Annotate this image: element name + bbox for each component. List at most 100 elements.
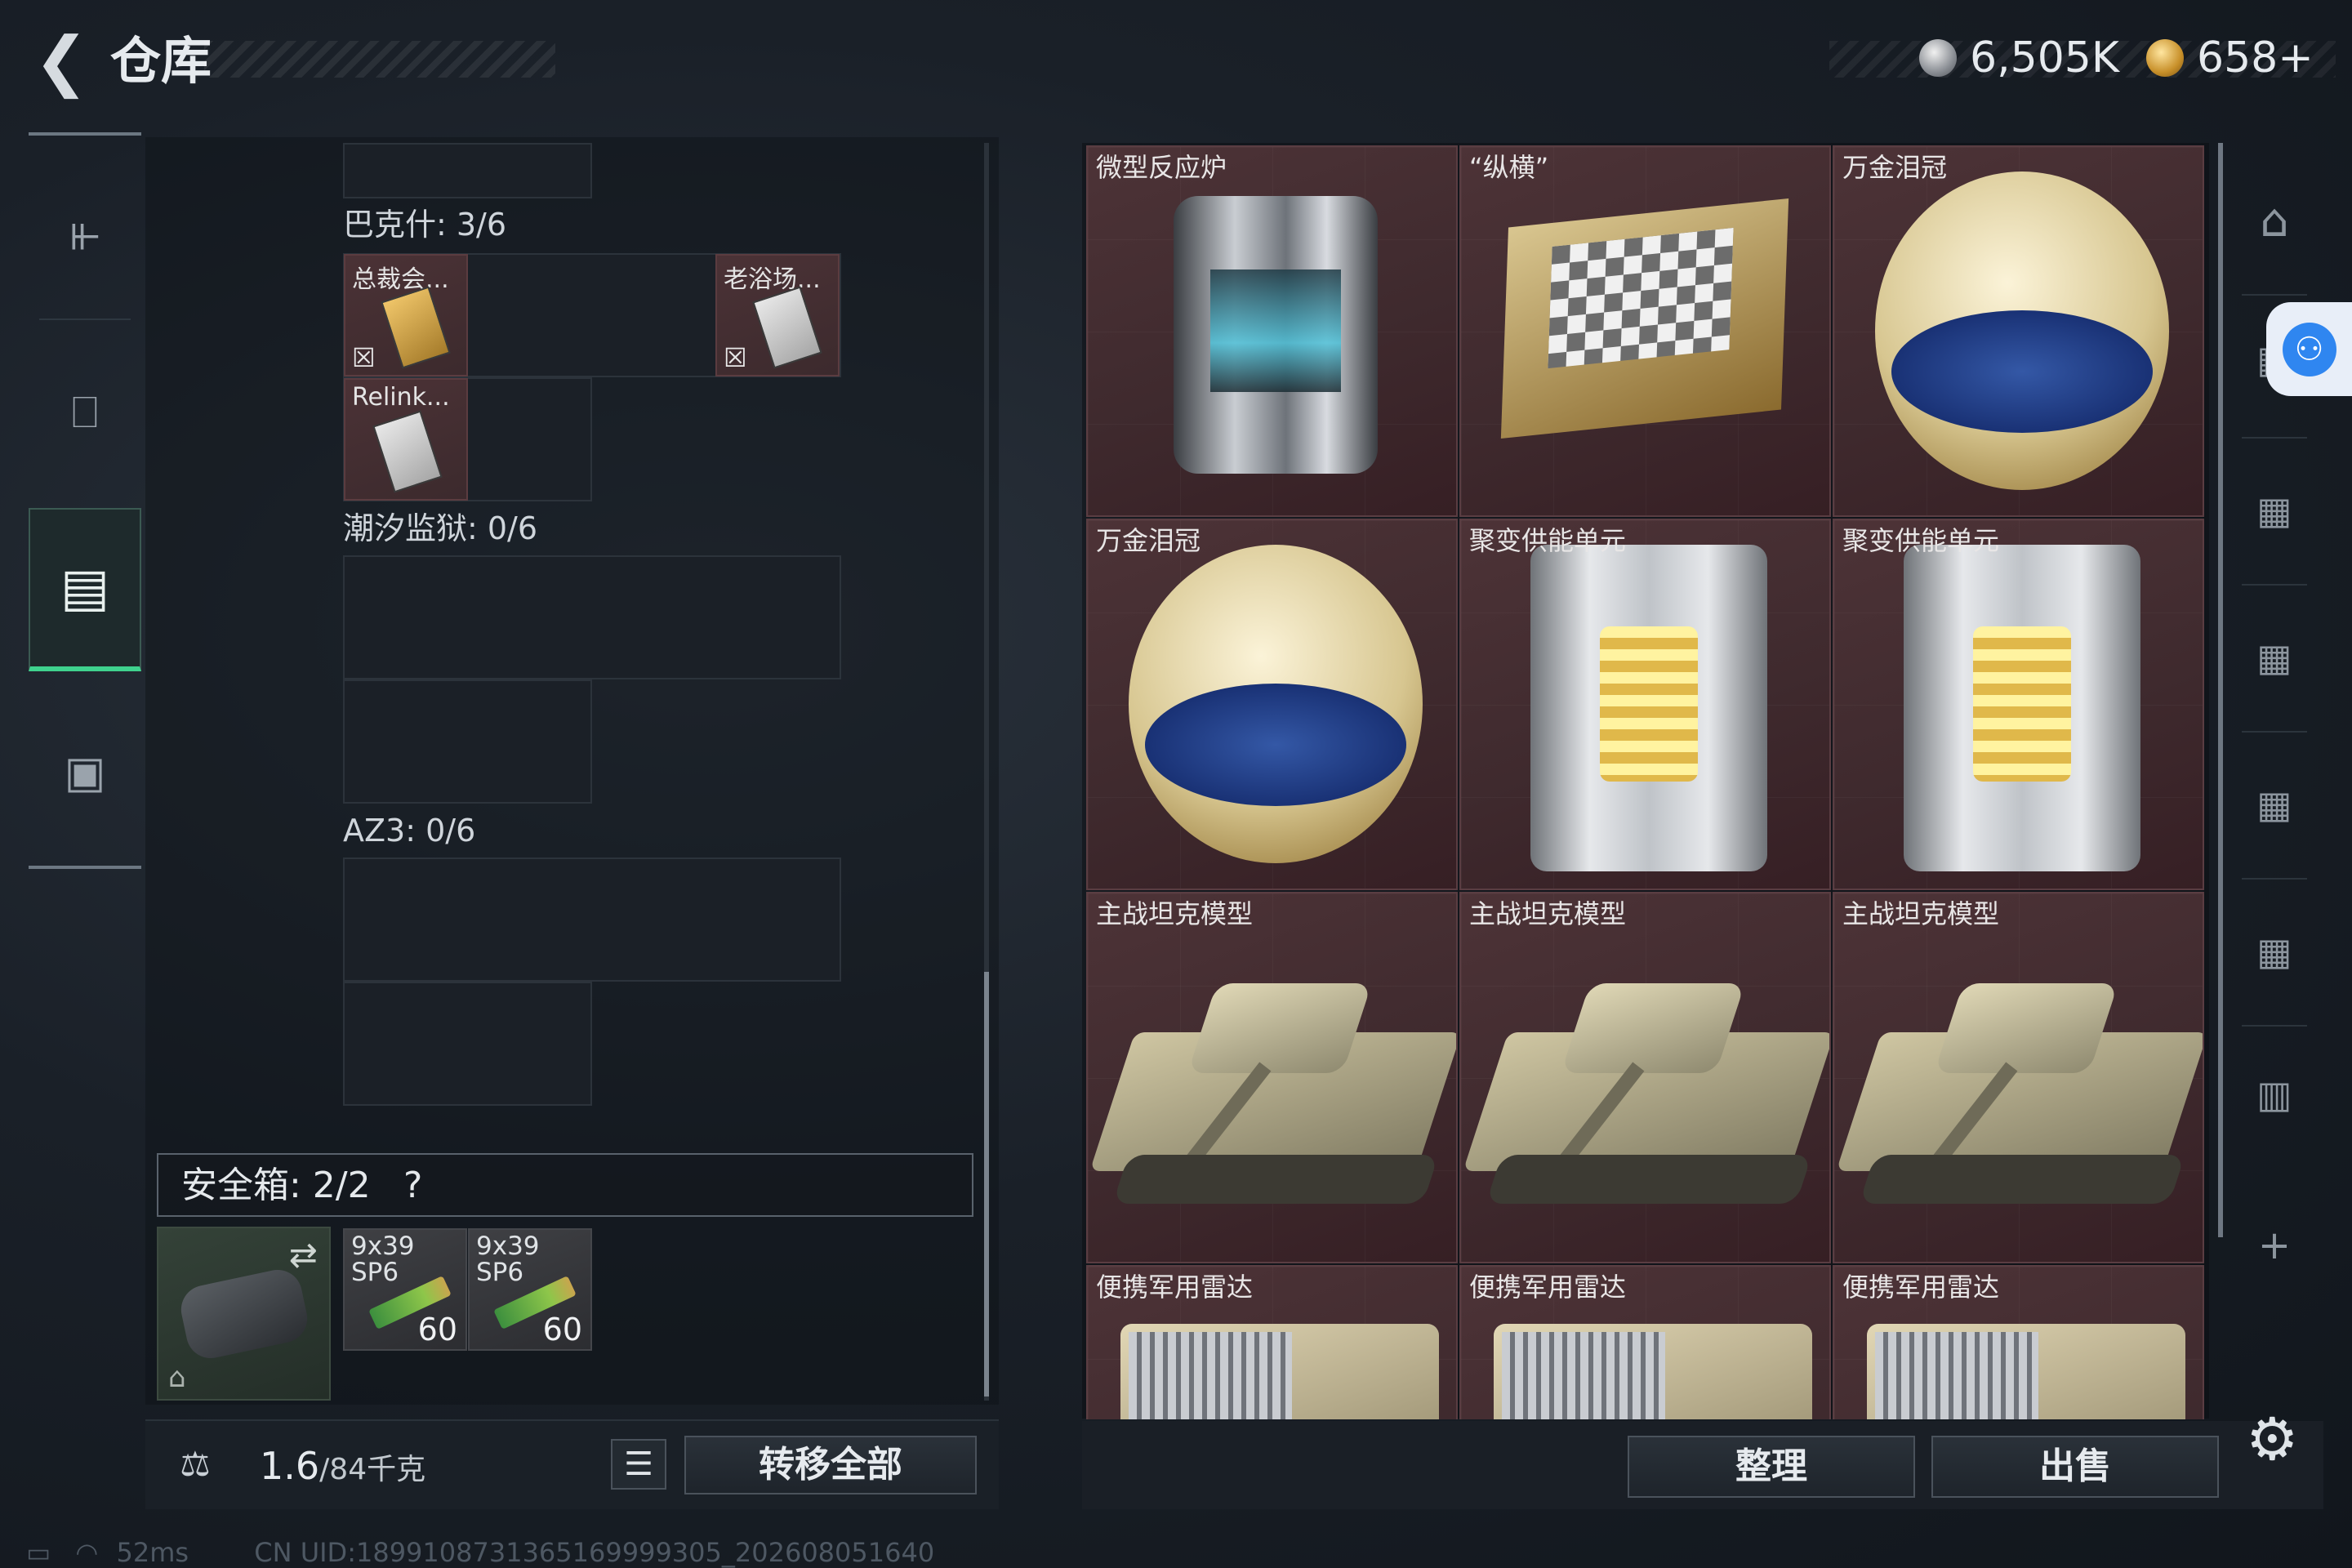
stash-item[interactable]: 便携军用雷达 [1459, 1265, 1831, 1419]
container-grid[interactable] [343, 679, 592, 804]
page-title: 仓库 [110, 31, 212, 91]
item-name: 便携军用雷达 [1842, 1272, 2000, 1303]
not-tradeable-icon: ☒ [352, 342, 376, 373]
list-view-button[interactable]: ☰ [611, 1439, 666, 1490]
tabs-top-border [29, 132, 141, 136]
gun-icon: ⫦ [69, 203, 100, 263]
tabs-bottom-border [29, 866, 141, 869]
lock-icon: ⌂ [168, 1361, 186, 1394]
stash-item[interactable]: 便携军用雷达 [1833, 1265, 2204, 1419]
tab-backpack[interactable]: ⎕ [29, 331, 141, 494]
status-bar: ▭ ◠ 52ms CN UID:1899108731365169999305_2… [26, 1537, 934, 1568]
gold-coin-icon [2146, 39, 2184, 77]
reactor-item-image [1088, 147, 1456, 515]
uid-text: CN UID:1899108731365169999305_2026080516… [254, 1537, 935, 1568]
tank-item-image [1088, 893, 1456, 1262]
tab-case[interactable]: ▣ [29, 690, 141, 853]
stash-item[interactable]: 聚变供能单元 [1833, 519, 2204, 890]
ping-value: 52ms [116, 1537, 189, 1568]
weight-icon: ⚖ [180, 1444, 211, 1484]
fusion-item-image [1834, 520, 2203, 889]
item-name: 总裁会... [352, 265, 449, 294]
back-button[interactable]: ❮ [24, 24, 98, 98]
list-icon: ☰ [624, 1446, 653, 1483]
ammo-slot[interactable]: 9x39 SP6 60 [343, 1228, 467, 1351]
stash-footer: 整理 出售 [1082, 1421, 2323, 1509]
item-name: 聚变供能单元 [1469, 525, 1627, 556]
tab-weapons[interactable]: ⫦ [29, 151, 141, 314]
stash-item[interactable]: 主战坦克模型 [1459, 892, 1831, 1263]
sort-button[interactable]: 整理 [1628, 1436, 1915, 1498]
settings-button[interactable]: ⚙ [2246, 1405, 2299, 1473]
keycard-icon [752, 286, 822, 369]
weight-max: /84千克 [319, 1453, 426, 1486]
inventory-item[interactable]: 老浴场... ☒ [715, 254, 840, 376]
container-grid[interactable] [343, 982, 592, 1106]
swap-icon[interactable]: ⇄ [289, 1235, 318, 1275]
accessibility-icon: ⚇ [2282, 322, 2336, 376]
inventory-item[interactable]: Relink... [344, 378, 468, 501]
tank-item-image [1834, 893, 2203, 1262]
tab-divider [39, 318, 131, 320]
stash-tab-4[interactable]: ▦ [2230, 735, 2319, 874]
keycard-icon [372, 410, 443, 493]
stash-icon: ▦ [2256, 782, 2292, 826]
gear-icon: ⚙ [2246, 1405, 2299, 1473]
item-name: 微型反应炉 [1096, 152, 1227, 183]
item-name: 老浴场... [724, 265, 821, 294]
inventory-scrollbar-thumb[interactable] [984, 972, 989, 1396]
silver-coin-icon [1919, 39, 1957, 77]
inventory-footer: ⚖ 1.6/84千克 ☰ 转移全部 [145, 1419, 999, 1509]
storage-tab[interactable]: ⌂ [2230, 151, 2319, 290]
stash-scrollbar[interactable] [2218, 143, 2223, 1237]
item-name: Relink... [352, 383, 450, 412]
item-name: “纵横” [1469, 152, 1549, 183]
item-name: 主战坦克模型 [1096, 898, 1254, 929]
ammo-count: 60 [542, 1312, 582, 1348]
egg-item-image [1834, 147, 2203, 515]
plus-icon: + [2257, 1223, 2292, 1268]
item-name: 主战坦克模型 [1842, 898, 2000, 929]
stash-icon: ▦ [2256, 929, 2292, 973]
silver-currency-amount: 6,505K [1970, 33, 2119, 82]
stash-item[interactable]: 聚变供能单元 [1459, 519, 1831, 890]
ammo-slot[interactable]: 9x39 SP6 60 [468, 1228, 592, 1351]
stash-item[interactable]: 便携军用雷达 [1086, 1265, 1458, 1419]
chess-item-image [1461, 147, 1829, 515]
keycard-icon [381, 286, 451, 369]
item-name: 主战坦克模型 [1469, 898, 1627, 929]
accessibility-button[interactable]: ⚇ [2266, 302, 2352, 396]
stash-item[interactable]: 万金泪冠 [1833, 145, 2204, 517]
stash-icon: ▥ [2256, 1072, 2292, 1116]
gold-currency-amount[interactable]: 658+ [2197, 31, 2314, 85]
transfer-all-button[interactable]: 转移全部 [684, 1436, 977, 1494]
stash-tab-5[interactable]: ▦ [2230, 882, 2319, 1021]
stash-tab-3[interactable]: ▦ [2230, 588, 2319, 727]
weight-value: 1.6 [260, 1444, 320, 1488]
inventory-item[interactable]: 总裁会... ☒ [344, 254, 468, 376]
stash-tab-6[interactable]: ▥ [2230, 1025, 2319, 1164]
sidebar-divider [2242, 584, 2307, 586]
stash-item[interactable]: 万金泪冠 [1086, 519, 1458, 890]
stash-item[interactable]: 微型反应炉 [1086, 145, 1458, 517]
container-slot[interactable] [343, 143, 592, 198]
sidebar-divider [2242, 437, 2307, 439]
stash-grid[interactable]: 微型反应炉 “纵横” 万金泪冠 万金泪冠 聚变供能单元 聚变供能单元 主战坦克模型 主战坦克模… [1086, 145, 2205, 1419]
container-grid[interactable] [343, 858, 841, 982]
item-name: 万金泪冠 [1842, 152, 1948, 183]
item-name: 便携军用雷达 [1469, 1272, 1627, 1303]
title-decoration [204, 41, 555, 78]
container-grid[interactable] [343, 555, 841, 679]
stash-item[interactable]: 主战坦克模型 [1086, 892, 1458, 1263]
item-name: 万金泪冠 [1096, 525, 1201, 556]
item-name: 便携军用雷达 [1096, 1272, 1254, 1303]
stash-tab-2[interactable]: ▦ [2230, 441, 2319, 580]
help-icon[interactable]: ? [403, 1161, 422, 1210]
safe-case-slot[interactable]: ⇄ ⌂ [157, 1227, 331, 1401]
stash-item[interactable]: “纵横” [1459, 145, 1831, 517]
add-stash-button[interactable]: + [2230, 1176, 2319, 1315]
sell-button[interactable]: 出售 [1931, 1436, 2219, 1498]
stash-icon: ▦ [2256, 635, 2292, 679]
stash-item[interactable]: 主战坦克模型 [1833, 892, 2204, 1263]
tab-vest[interactable]: ▤ [29, 508, 141, 671]
